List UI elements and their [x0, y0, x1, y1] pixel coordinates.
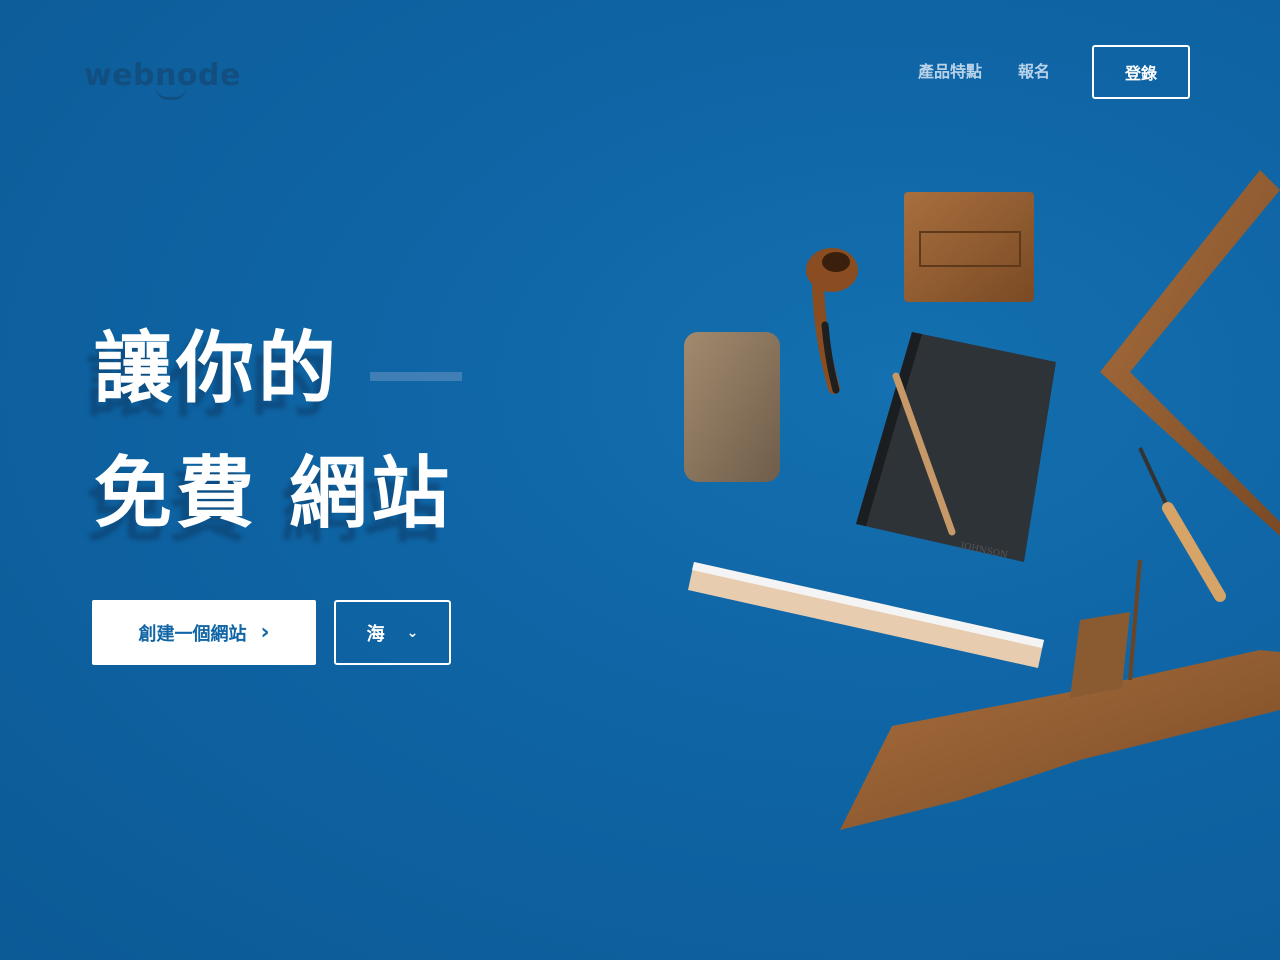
ruler	[688, 562, 1044, 668]
nav-link-features[interactable]: 產品特點	[918, 58, 982, 82]
chevron-down-icon: ⌄	[406, 624, 419, 641]
tools-illustration: JOHNSON	[684, 170, 1280, 830]
nav-link-signup[interactable]: 報名	[1018, 58, 1050, 82]
create-website-button[interactable]: 創建一個網站 ›	[92, 600, 316, 665]
hero-heading-regular: 免費	[94, 449, 259, 539]
top-nav: 產品特點 報名	[918, 58, 1050, 82]
hero-heading-line2: 免費 網站 免費 網站	[86, 455, 453, 547]
webnode-logo[interactable]: webnode	[84, 58, 241, 100]
hero-dash-decoration	[370, 372, 462, 381]
hero-heading-line1: 讓你的 讓你的	[86, 330, 340, 422]
chevron-right-icon: ›	[260, 620, 270, 645]
create-website-label: 創建一個網站	[138, 623, 247, 645]
language-selected-value: 海	[366, 623, 385, 645]
hero-heading-text: 免費 網站	[94, 449, 453, 539]
black-book: JOHNSON	[856, 332, 1056, 562]
hand-plane	[840, 559, 1280, 830]
wooden-box	[904, 192, 1034, 302]
logo-smile-mark	[156, 88, 186, 100]
login-button[interactable]: 登錄	[1092, 45, 1190, 99]
language-select[interactable]: 海 ⌄	[334, 600, 451, 665]
hero-heading-text: 讓你的	[94, 324, 341, 414]
pipe	[806, 248, 858, 394]
picture-frame	[1100, 170, 1280, 536]
stone-block	[684, 332, 780, 482]
hero-heading-bold: 網站	[289, 449, 454, 539]
